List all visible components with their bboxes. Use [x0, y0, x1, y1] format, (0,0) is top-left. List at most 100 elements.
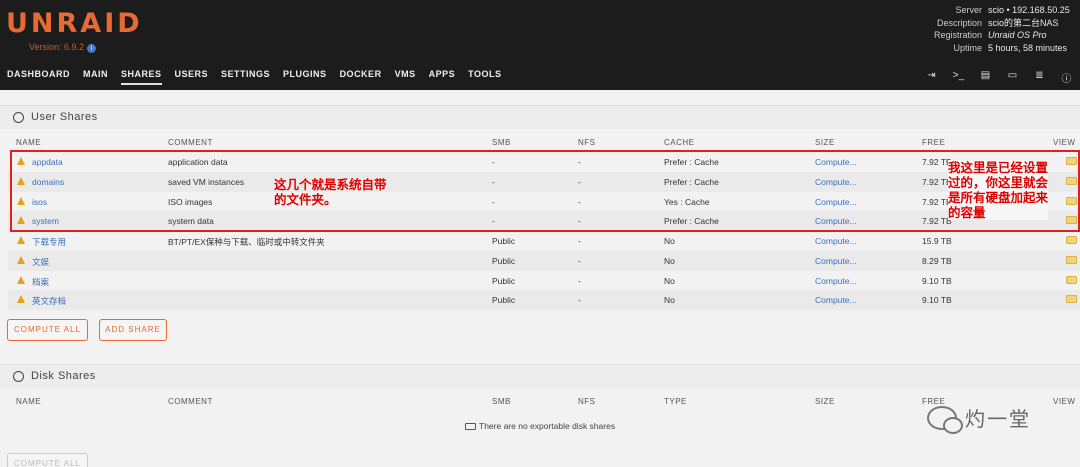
size-cell[interactable]: Compute...: [815, 256, 857, 266]
main-nav: DASHBOARD MAIN SHARES USERS SETTINGS PLU…: [7, 69, 514, 85]
terminal-icon[interactable]: >_: [945, 70, 972, 85]
empty-disk-shares-message: There are no exportable disk shares: [465, 421, 615, 431]
nav-shares[interactable]: SHARES: [121, 69, 162, 85]
size-cell[interactable]: Compute...: [815, 236, 857, 246]
comment-cell: BT/PT/EX保种与下载、临时或中转文件夹: [168, 237, 325, 247]
description-key: Description: [936, 17, 982, 28]
log-icon[interactable]: ≣: [1026, 70, 1053, 85]
folder-icon[interactable]: [1066, 275, 1077, 284]
user-shares-header: User Shares: [0, 105, 1080, 129]
col-size[interactable]: SIZE: [815, 397, 835, 406]
server-key: Server: [955, 5, 982, 15]
free-cell: 9.10 TB: [922, 275, 952, 286]
col-nfs[interactable]: NFS: [578, 138, 596, 147]
col-cache[interactable]: CACHE: [664, 138, 695, 147]
registration-key: Registration: [933, 30, 982, 40]
top-header: UNRAID Version: 6.9.2 i Server scio • 192.…: [0, 0, 1080, 90]
smb-cell: Public: [492, 255, 516, 266]
table-row: 英文存档 Public - No Compute... 9.10 TB: [8, 290, 1080, 311]
watermark-text: 灼一堂: [965, 407, 1031, 431]
server-info-row: Uptime 5 hours, 58 minutes: [920, 42, 1080, 55]
nfs-cell: -: [578, 275, 581, 286]
nfs-cell: -: [578, 255, 581, 266]
share-name-link[interactable]: 档案: [32, 276, 49, 288]
server-value: scio • 192.168.50.25: [988, 5, 1070, 15]
warning-icon: [17, 255, 25, 264]
logout-icon[interactable]: ⇥: [918, 70, 945, 85]
version-text: Version: 6.9.2: [29, 42, 85, 52]
user-shares-title: User Shares: [31, 111, 98, 123]
folder-icon[interactable]: [1066, 236, 1077, 244]
info-icon[interactable]: i: [87, 44, 97, 53]
nav-main[interactable]: MAIN: [83, 69, 108, 85]
server-info-row: Registration Unraid OS Pro: [920, 29, 1080, 42]
cache-cell: No: [664, 255, 675, 266]
empty-message-text: There are no exportable disk shares: [479, 421, 616, 431]
feedback-icon[interactable]: ▤: [972, 70, 999, 85]
wechat-watermark: 灼一堂: [927, 403, 1031, 434]
smb-cell: Public: [492, 236, 516, 246]
annotation-system-folders: 这几个就是系统自带的文件夹。: [274, 177, 387, 207]
display-icon[interactable]: ▭: [999, 70, 1026, 85]
col-type[interactable]: TYPE: [664, 397, 687, 406]
col-comment[interactable]: COMMENT: [168, 138, 213, 147]
free-cell: 15.9 TB: [922, 236, 952, 246]
registration-value[interactable]: Unraid OS Pro: [988, 29, 1047, 42]
col-comment[interactable]: COMMENT: [168, 397, 213, 406]
cache-cell: No: [664, 236, 675, 246]
col-free[interactable]: FREE: [922, 138, 945, 147]
cache-cell: No: [664, 275, 675, 286]
version-label: Version: 6.9.2 i: [29, 42, 97, 53]
share-name-link[interactable]: 英文存档: [32, 295, 66, 307]
disk-compute-all-button[interactable]: COMPUTE ALL: [7, 453, 88, 467]
free-cell: 9.10 TB: [922, 295, 952, 306]
folder-open-icon: [465, 423, 476, 430]
free-cell: 8.29 TB: [922, 255, 952, 266]
warning-icon: [17, 236, 25, 244]
info-icon[interactable]: ⓘ: [1053, 70, 1080, 85]
col-view[interactable]: VIEW: [1053, 397, 1075, 406]
smb-cell: Public: [492, 275, 516, 286]
add-share-button[interactable]: ADD SHARE: [99, 319, 167, 341]
col-smb[interactable]: SMB: [492, 397, 511, 406]
server-info-row: Server scio • 192.168.50.25: [920, 4, 1080, 17]
warning-icon: [17, 275, 25, 284]
col-name[interactable]: NAME: [16, 138, 41, 147]
nav-docker[interactable]: DOCKER: [340, 69, 382, 85]
folder-icon[interactable]: [1066, 295, 1077, 304]
disk-shares-header: Disk Shares: [0, 364, 1080, 388]
user-shares-table-header: NAME COMMENT SMB NFS CACHE SIZE FREE VIE…: [0, 136, 1080, 150]
table-row: 文娱 Public - No Compute... 8.29 TB: [8, 250, 1080, 271]
highlight-box: [10, 150, 1080, 232]
nav-users[interactable]: USERS: [175, 69, 209, 85]
nav-apps[interactable]: APPS: [429, 69, 456, 85]
uptime-value: 5 hours, 58 minutes: [988, 42, 1068, 53]
col-nfs[interactable]: NFS: [578, 397, 596, 406]
unraid-logo[interactable]: UNRAID: [6, 8, 143, 39]
share-name-link[interactable]: 下载专用: [32, 236, 66, 248]
nav-tools[interactable]: TOOLS: [468, 69, 501, 85]
compute-all-button[interactable]: COMPUTE ALL: [7, 319, 88, 341]
col-name[interactable]: NAME: [16, 397, 41, 406]
wechat-icon: [927, 405, 963, 434]
smb-cell: Public: [492, 295, 516, 306]
description-value: scio的第二台NAS: [988, 17, 1059, 28]
col-view[interactable]: VIEW: [1053, 138, 1075, 147]
size-cell[interactable]: Compute...: [815, 295, 857, 305]
server-info: Server scio • 192.168.50.25 Description sc…: [920, 4, 1080, 54]
nav-settings[interactable]: SETTINGS: [221, 69, 270, 85]
nav-plugins[interactable]: PLUGINS: [283, 69, 327, 85]
size-cell[interactable]: Compute...: [815, 276, 857, 286]
col-size[interactable]: SIZE: [815, 138, 835, 147]
nfs-cell: -: [578, 236, 581, 246]
disk-shares-title: Disk Shares: [31, 370, 96, 382]
share-name-link[interactable]: 文娱: [32, 256, 49, 268]
uptime-key: Uptime: [953, 42, 982, 53]
folder-icon[interactable]: [1066, 255, 1077, 264]
nfs-cell: -: [578, 295, 581, 306]
nav-vms[interactable]: VMS: [395, 69, 416, 85]
disk-icon: [13, 371, 24, 382]
table-row: 档案 Public - No Compute... 9.10 TB: [8, 271, 1080, 291]
nav-dashboard[interactable]: DASHBOARD: [7, 69, 70, 85]
col-smb[interactable]: SMB: [492, 138, 511, 147]
